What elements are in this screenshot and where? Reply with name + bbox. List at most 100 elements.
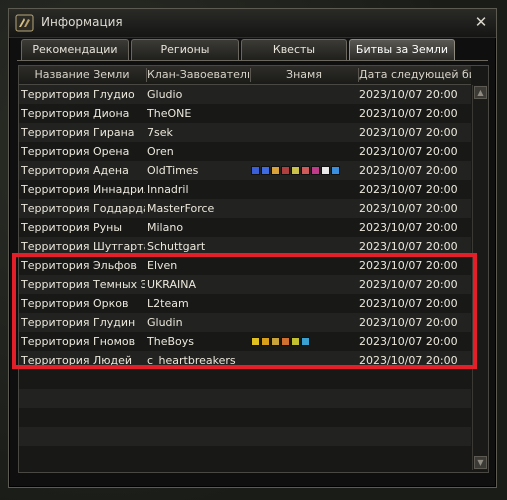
battle-date: 2023/10/07 20:00 bbox=[359, 107, 458, 120]
territory-name: Территория Диона bbox=[21, 107, 130, 120]
clan-name: MasterForce bbox=[147, 202, 215, 215]
territory-name: Территория Орков bbox=[21, 297, 129, 310]
crest-icon bbox=[321, 166, 330, 175]
clan-flag bbox=[251, 104, 355, 123]
clan-flag bbox=[251, 256, 355, 275]
tab-regions[interactable]: Регионы bbox=[131, 39, 239, 60]
crest-icon bbox=[281, 166, 290, 175]
tab-recommendations[interactable]: Рекомендации bbox=[21, 39, 129, 60]
info-book-icon bbox=[15, 14, 34, 32]
battle-date: 2023/10/07 20:00 bbox=[359, 221, 458, 234]
table-row[interactable]: Территория Орков L2team 2023/10/07 20:00 bbox=[19, 294, 471, 313]
table-row[interactable]: Территория Диона TheONE 2023/10/07 20:00 bbox=[19, 104, 471, 123]
table-row[interactable]: Территория Шутгарта Schuttgart 2023/10/07 … bbox=[19, 237, 471, 256]
header-flag[interactable]: Знамя bbox=[251, 66, 357, 84]
crest-icon bbox=[301, 166, 310, 175]
table-row[interactable]: Территория Глудио Gludio 2023/10/07 20:00 bbox=[19, 85, 471, 104]
clan-name: TheONE bbox=[147, 107, 192, 120]
battle-date: 2023/10/07 20:00 bbox=[359, 316, 458, 329]
clan-flag bbox=[251, 123, 355, 142]
clan-flag bbox=[251, 142, 355, 161]
table-row[interactable]: Территория Годдарда MasterForce 2023/10/07… bbox=[19, 199, 471, 218]
header-territory[interactable]: Название Земли bbox=[19, 66, 145, 84]
clan-flag bbox=[251, 275, 355, 294]
territory-name: Территория Темных Эл bbox=[21, 278, 145, 291]
clan-name: 7sek bbox=[147, 126, 173, 139]
battle-date: 2023/10/07 20:00 bbox=[359, 183, 458, 196]
crest-icon bbox=[261, 166, 270, 175]
vertical-scrollbar[interactable]: ▲ ▼ bbox=[472, 85, 488, 470]
table-row[interactable]: Территория Гномов TheBoys 2023/10/07 20:00 bbox=[19, 332, 471, 351]
clan-name: Elven bbox=[147, 259, 178, 272]
clan-name: Innadril bbox=[147, 183, 189, 196]
table-row[interactable]: Территория Иннадрила Innadril 2023/10/07 2… bbox=[19, 180, 471, 199]
table-header: Название Земли Клан-Завоеватель Знамя Да… bbox=[19, 66, 471, 85]
window-title: Информация bbox=[41, 15, 123, 29]
battle-date: 2023/10/07 20:00 bbox=[359, 202, 458, 215]
empty-table-row bbox=[19, 389, 471, 408]
battle-date: 2023/10/07 20:00 bbox=[359, 278, 458, 291]
empty-table-row bbox=[19, 370, 471, 389]
clan-flag bbox=[251, 294, 355, 313]
clan-flag bbox=[251, 237, 355, 256]
crest-icon bbox=[331, 166, 340, 175]
table-row[interactable]: Территория Гирана 7sek 2023/10/07 20:00 bbox=[19, 123, 471, 142]
table-row[interactable]: Территория Темных Эл UKRAINA 2023/10/07 20… bbox=[19, 275, 471, 294]
battle-date: 2023/10/07 20:00 bbox=[359, 259, 458, 272]
territory-table-panel: Название Земли Клан-Завоеватель Знамя Да… bbox=[18, 65, 489, 473]
table-row[interactable]: Территория Адена OldTimes 2023/10/07 20:00 bbox=[19, 161, 471, 180]
crest-icon bbox=[251, 166, 260, 175]
territory-name: Территория Людей bbox=[21, 354, 133, 367]
scroll-up-button[interactable]: ▲ bbox=[474, 86, 487, 99]
close-button[interactable]: ✕ bbox=[472, 13, 490, 31]
territory-name: Территория Глудин bbox=[21, 316, 136, 329]
clan-flag bbox=[251, 218, 355, 237]
header-clan[interactable]: Клан-Завоеватель bbox=[147, 66, 249, 84]
clan-flag bbox=[251, 85, 355, 104]
crest-icon bbox=[291, 337, 300, 346]
tab-bar: Рекомендации Регионы Квесты Битвы за Зем… bbox=[21, 39, 484, 61]
clan-name: L2team bbox=[147, 297, 189, 310]
crest-icon bbox=[261, 337, 270, 346]
table-row[interactable]: Территория Эльфов Elven 2023/10/07 20:00 bbox=[19, 256, 471, 275]
territory-name: Территория Руны bbox=[21, 221, 123, 234]
tab-quests[interactable]: Квесты bbox=[241, 39, 347, 60]
territory-name: Территория Эльфов bbox=[21, 259, 137, 272]
table-row[interactable]: Территория Руны Milano 2023/10/07 20:00 bbox=[19, 218, 471, 237]
crest-icon bbox=[311, 166, 320, 175]
territory-name: Территория Гномов bbox=[21, 335, 136, 348]
clan-flag bbox=[251, 313, 355, 332]
territory-name: Территория Адена bbox=[21, 164, 129, 177]
table-row[interactable]: Территория Орена Oren 2023/10/07 20:00 bbox=[19, 142, 471, 161]
clan-name: OldTimes bbox=[147, 164, 199, 177]
table-body: Территория Глудио Gludio 2023/10/07 20:00 Т… bbox=[19, 85, 471, 470]
territory-name: Территория Орена bbox=[21, 145, 130, 158]
window-titlebar[interactable]: Информация ✕ bbox=[9, 9, 496, 38]
territory-name: Территория Годдарда bbox=[21, 202, 145, 215]
battle-date: 2023/10/07 20:00 bbox=[359, 354, 458, 367]
clan-flag bbox=[251, 161, 355, 180]
clan-name: Schuttgart bbox=[147, 240, 206, 253]
clan-name: Milano bbox=[147, 221, 184, 234]
clan-name: Gludio bbox=[147, 88, 183, 101]
scroll-down-button[interactable]: ▼ bbox=[474, 456, 487, 469]
info-window: Информация ✕ Рекомендации Регионы Квесты… bbox=[8, 8, 497, 488]
header-next-battle[interactable]: Дата следующей битвы bbox=[359, 66, 471, 84]
clan-flag bbox=[251, 332, 355, 351]
table-row[interactable]: Территория Людей c_heartbreakers 2023/10/0… bbox=[19, 351, 471, 370]
territory-name: Территория Иннадрила bbox=[21, 183, 145, 196]
clan-flag bbox=[251, 199, 355, 218]
crest-icon bbox=[271, 337, 280, 346]
territory-name: Территория Гирана bbox=[21, 126, 135, 139]
battle-date: 2023/10/07 20:00 bbox=[359, 335, 458, 348]
crest-icon bbox=[251, 337, 260, 346]
territory-name: Территория Шутгарта bbox=[21, 240, 145, 253]
table-row[interactable]: Территория Глудин Gludin 2023/10/07 20:00 bbox=[19, 313, 471, 332]
crest-icon bbox=[301, 337, 310, 346]
tab-territory-wars[interactable]: Битвы за Земли bbox=[349, 39, 455, 60]
battle-date: 2023/10/07 20:00 bbox=[359, 126, 458, 139]
battle-date: 2023/10/07 20:00 bbox=[359, 297, 458, 310]
battle-date: 2023/10/07 20:00 bbox=[359, 164, 458, 177]
empty-table-row bbox=[19, 446, 471, 465]
battle-date: 2023/10/07 20:00 bbox=[359, 88, 458, 101]
